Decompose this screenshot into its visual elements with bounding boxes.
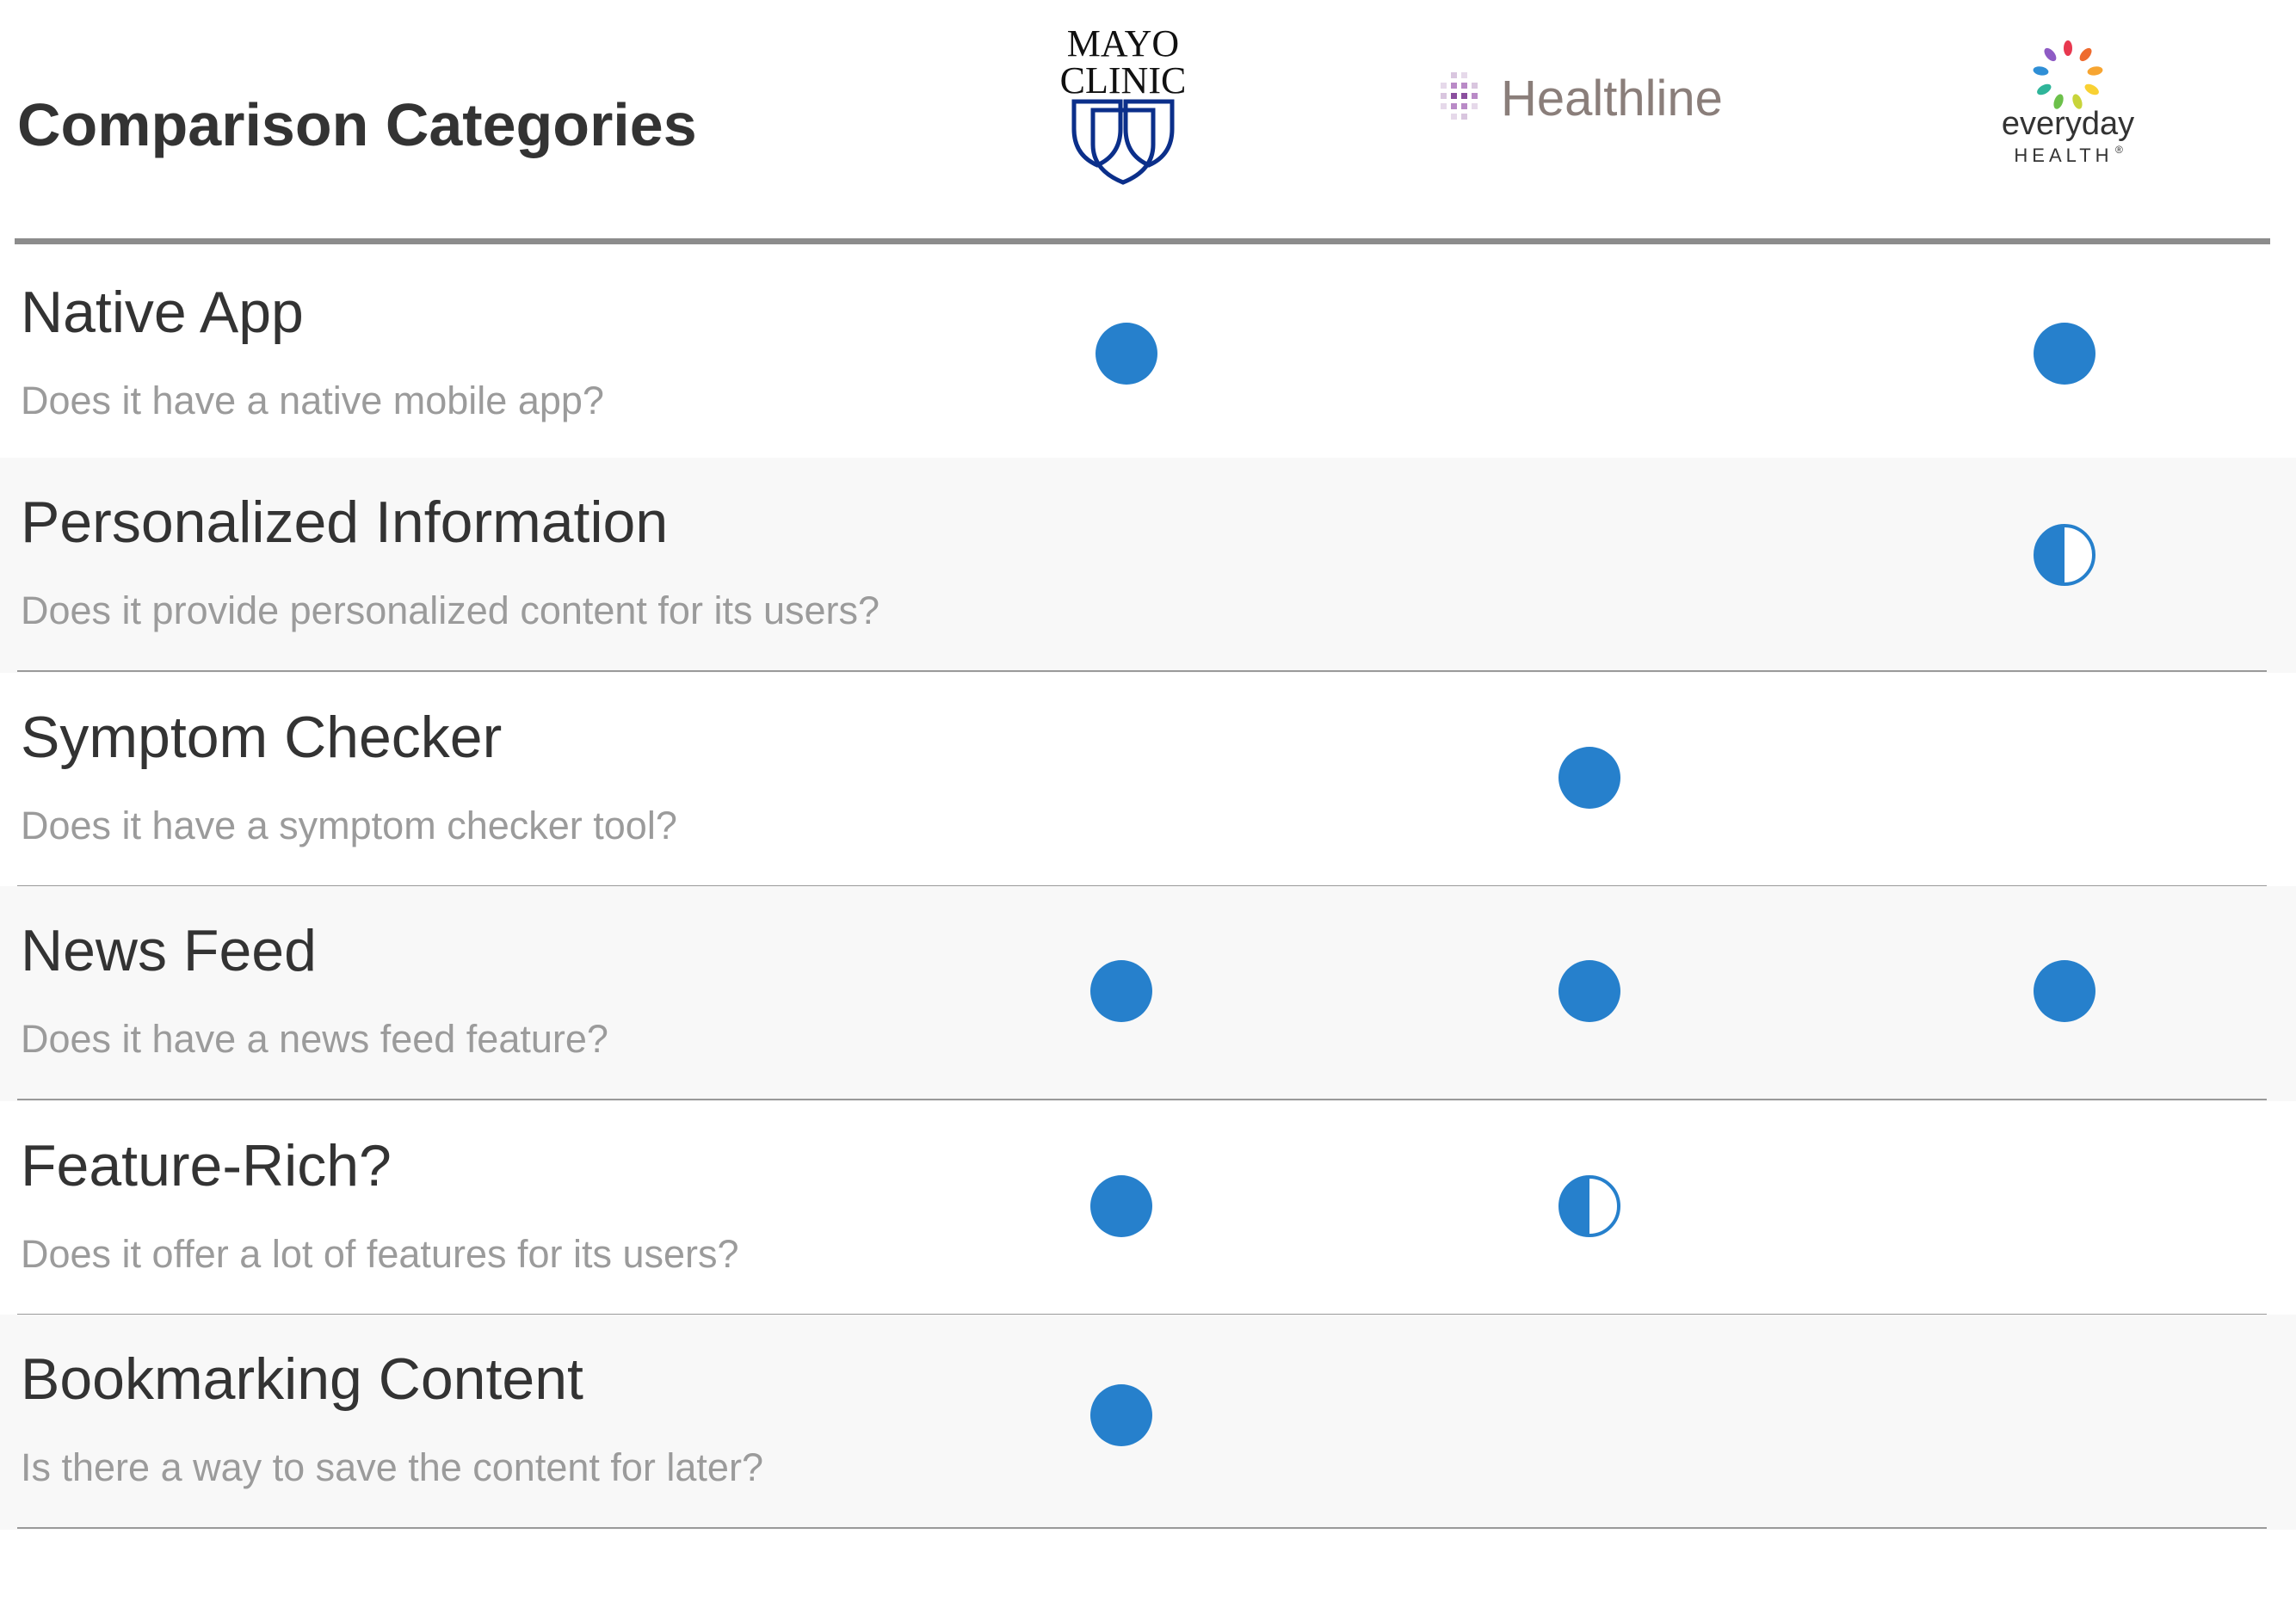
full-circle-icon	[1090, 1384, 1152, 1446]
row-title: Personalized Information	[21, 490, 669, 555]
row-divider	[17, 670, 2267, 672]
row-title: News Feed	[21, 918, 317, 983]
row-subtitle: Is there a way to save the content for l…	[21, 1445, 763, 1489]
everyday-logo-line1: everyday	[2002, 106, 2134, 142]
full-circle-icon	[1558, 747, 1620, 809]
mayo-logo-line2: CLINIC	[1060, 59, 1187, 102]
row-title: Symptom Checker	[21, 705, 503, 770]
row-title: Bookmarking Content	[21, 1346, 583, 1412]
row-subtitle: Does it provide personalized content for…	[21, 588, 880, 632]
mayo-clinic-logo: MAYO CLINIC	[1060, 22, 1187, 185]
half-circle-icon	[2034, 524, 2095, 586]
full-circle-icon	[2034, 323, 2095, 385]
row-divider	[17, 1527, 2267, 1529]
row-subtitle: Does it have a symptom checker tool?	[21, 804, 677, 847]
full-circle-icon	[2034, 960, 2095, 1022]
healthline-logo-text: Healthline	[1501, 71, 1723, 126]
row-divider	[17, 1099, 2267, 1100]
everyday-burst-icon	[2033, 40, 2103, 109]
page-title: Comparison Categories	[17, 91, 697, 158]
half-circle-icon	[1558, 1175, 1620, 1237]
row-title: Native App	[21, 280, 304, 345]
row-subtitle: Does it have a news feed feature?	[21, 1017, 608, 1061]
healthline-logo: Healthline	[1441, 71, 1723, 126]
full-circle-icon	[1090, 960, 1152, 1022]
full-circle-icon	[1090, 1175, 1152, 1237]
full-circle-icon	[1096, 323, 1157, 385]
row-title: Feature-Rich?	[21, 1133, 392, 1198]
row-subtitle: Does it offer a lot of features for its …	[21, 1232, 739, 1276]
full-circle-icon	[1558, 960, 1620, 1022]
everyday-health-logo: everyday HEALTH ®	[2002, 40, 2134, 166]
everyday-logo-line2: HEALTH	[2014, 145, 2113, 166]
mayo-logo-line1: MAYO	[1067, 22, 1179, 65]
row-subtitle: Does it have a native mobile app?	[21, 379, 604, 422]
comparison-page: Comparison Categories MAYO CLINIC Health…	[0, 0, 2296, 1614]
header-divider	[15, 238, 2270, 244]
everyday-logo-mark: ®	[2115, 144, 2123, 156]
